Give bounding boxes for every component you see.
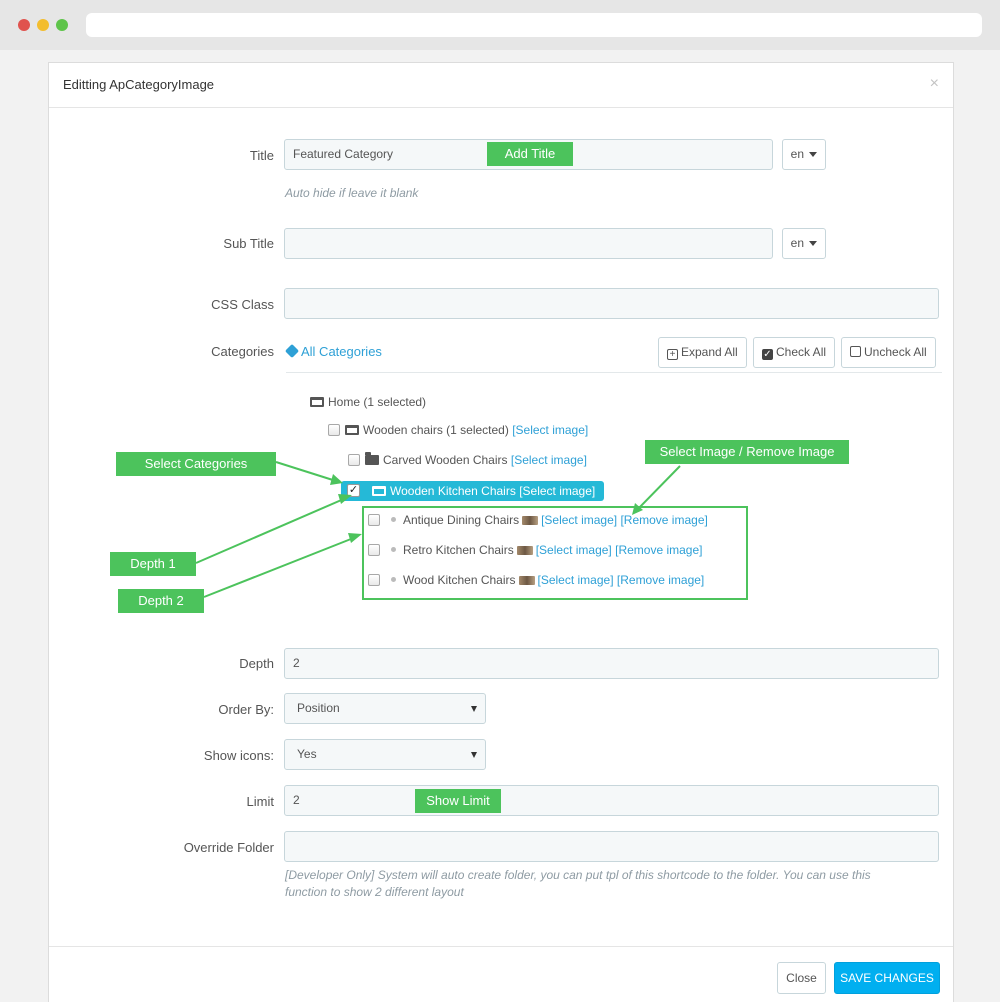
annotation-depth-2: Depth 2: [118, 589, 204, 613]
arrow-head: [338, 494, 352, 504]
arrow-select-categories: [275, 461, 337, 482]
arrow-select-remove-image: [636, 465, 681, 511]
annotation-depth-1: Depth 1: [110, 552, 196, 576]
arrow-depth-1: [195, 497, 347, 564]
arrow-depth-2: [203, 536, 357, 598]
annotation-show-limit: Show Limit: [415, 789, 501, 813]
arrow-head: [330, 474, 343, 485]
annotation-select-categories: Select Categories: [116, 452, 276, 476]
annotation-add-title: Add Title: [487, 142, 573, 166]
annotation-select-remove-image: Select Image / Remove Image: [645, 440, 849, 464]
arrow-head: [348, 533, 362, 543]
